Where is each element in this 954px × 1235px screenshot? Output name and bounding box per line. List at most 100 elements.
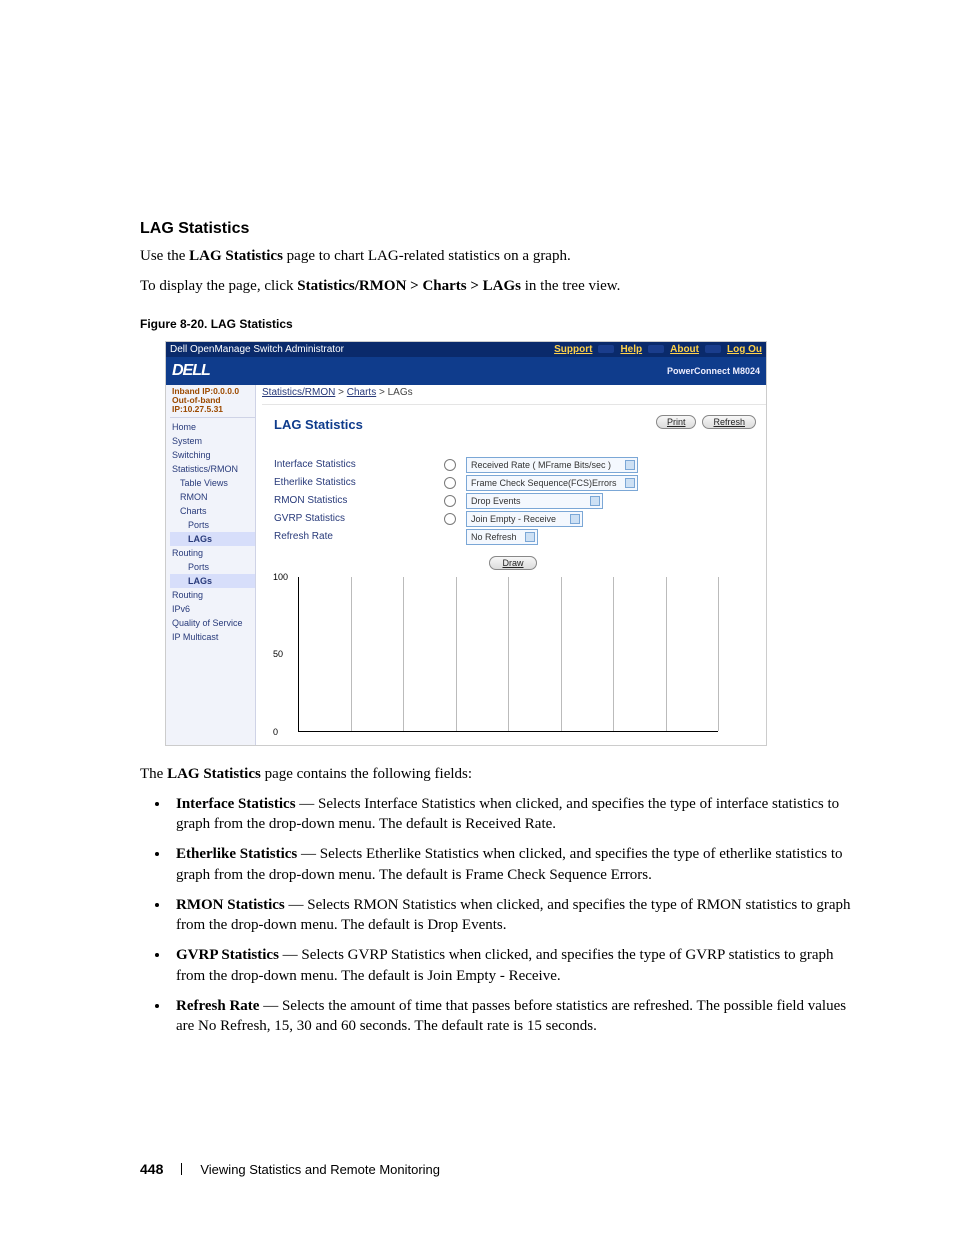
row-label: Interface Statistics <box>274 459 444 470</box>
text-bold: LAG Statistics <box>167 766 261 782</box>
bullet-item: GVRP Statistics — Selects GVRP Statistic… <box>170 945 854 986</box>
tree-item[interactable]: Routing <box>170 546 255 560</box>
chart-ytick: 0 <box>273 727 278 737</box>
dropdown[interactable]: Received Rate ( MFrame Bits/sec ) <box>466 457 638 473</box>
stat-row: Interface Statistics Received Rate ( MFra… <box>274 456 760 474</box>
dropdown[interactable]: Drop Events <box>466 493 603 509</box>
radio-button[interactable] <box>444 495 456 507</box>
screenshot: Dell OpenManage Switch Administrator Sup… <box>165 341 767 746</box>
row-label: GVRP Statistics <box>274 513 444 524</box>
print-button[interactable]: Print <box>656 415 697 429</box>
breadcrumb: Statistics/RMON > Charts > LAGs <box>262 385 766 404</box>
bullet-term: Interface Statistics <box>176 796 296 812</box>
text: page contains the following fields: <box>261 766 472 782</box>
chart-gridline <box>403 577 404 731</box>
tree-item[interactable]: Switching <box>170 448 255 462</box>
tree-item[interactable]: Routing <box>170 588 255 602</box>
row-label: Etherlike Statistics <box>274 477 444 488</box>
stat-row: GVRP Statistics Join Empty - Receive <box>274 510 760 528</box>
footer-chapter-title: Viewing Statistics and Remote Monitoring <box>200 1162 440 1177</box>
text: page to chart LAG-related statistics on … <box>283 248 571 264</box>
chart-gridline <box>718 577 719 731</box>
window-title: Dell OpenManage Switch Administrator <box>170 344 344 355</box>
nav-tree: Inband IP:0.0.0.0 Out-of-band IP:10.27.5… <box>166 385 256 745</box>
app-body: Inband IP:0.0.0.0 Out-of-band IP:10.27.5… <box>166 385 766 745</box>
bullet-item: Interface Statistics — Selects Interface… <box>170 794 854 835</box>
tree-item[interactable]: System <box>170 434 255 448</box>
refresh-button[interactable]: Refresh <box>702 415 756 429</box>
tree-item[interactable]: Ports <box>170 560 255 574</box>
tree-item[interactable]: Statistics/RMON <box>170 462 255 476</box>
row-label: Refresh Rate <box>274 531 444 542</box>
tree-item[interactable]: Home <box>170 420 255 434</box>
separator-icon <box>598 345 614 353</box>
bullet-item: Etherlike Statistics — Selects Etherlike… <box>170 844 854 885</box>
stat-row: Refresh Rate No Refresh <box>274 528 760 546</box>
content-panel: LAG Statistics Print Refresh Interface S… <box>262 404 766 732</box>
dropdown[interactable]: Frame Check Sequence(FCS)Errors <box>466 475 638 491</box>
text: The <box>140 766 167 782</box>
link-about[interactable]: About <box>666 344 703 355</box>
product-name: PowerConnect M8024 <box>667 366 760 376</box>
chart-ytick: 50 <box>273 649 283 659</box>
main-panel: Statistics/RMON > Charts > LAGs LAG Stat… <box>256 385 766 745</box>
text: To display the page, click <box>140 278 297 294</box>
panel-header: LAG Statistics Print Refresh <box>266 409 760 436</box>
tree-item[interactable]: LAGs <box>170 574 255 588</box>
tree-item[interactable]: Table Views <box>170 476 255 490</box>
dell-logo: DELL <box>172 362 210 380</box>
stat-rows: Interface Statistics Received Rate ( MFra… <box>266 446 760 552</box>
bullet-item: Refresh Rate — Selects the amount of tim… <box>170 996 854 1037</box>
link-logout[interactable]: Log Ou <box>723 344 766 355</box>
separator-icon <box>648 345 664 353</box>
radio-button[interactable] <box>444 513 456 525</box>
tree-item[interactable]: Quality of Service <box>170 616 255 630</box>
separator-icon <box>705 345 721 353</box>
chart-gridline <box>456 577 457 731</box>
footer-separator <box>181 1163 182 1175</box>
draw-button[interactable]: Draw <box>489 556 536 570</box>
bullet-item: RMON Statistics — Selects RMON Statistic… <box>170 895 854 936</box>
draw-wrap: Draw <box>266 552 760 577</box>
bullet-text: — Selects the amount of time that passes… <box>176 998 846 1034</box>
panel-buttons: Print Refresh <box>656 415 760 429</box>
page-footer: 448 Viewing Statistics and Remote Monito… <box>140 1161 440 1177</box>
stat-row: Etherlike Statistics Frame Check Sequence… <box>274 474 760 492</box>
dropdown[interactable]: No Refresh <box>466 529 538 545</box>
text-bold: Statistics/RMON > Charts > LAGs <box>297 278 521 294</box>
titlebar-links: Support Help About Log Ou <box>550 344 766 355</box>
field-bullets: Interface Statistics — Selects Interface… <box>170 794 854 1037</box>
breadcrumb-link[interactable]: Charts <box>347 387 376 398</box>
dropdown[interactable]: Join Empty - Receive <box>466 511 583 527</box>
section-heading: LAG Statistics <box>140 220 854 238</box>
tree-item[interactable]: IPv6 <box>170 602 255 616</box>
chart-gridline <box>613 577 614 731</box>
bullet-term: Etherlike Statistics <box>176 846 297 862</box>
intro-paragraph-1: Use the LAG Statistics page to chart LAG… <box>140 246 854 266</box>
row-label: RMON Statistics <box>274 495 444 506</box>
figure-caption: Figure 8-20. LAG Statistics <box>140 317 854 331</box>
radio-button[interactable] <box>444 459 456 471</box>
link-help[interactable]: Help <box>616 344 646 355</box>
breadcrumb-link[interactable]: Statistics/RMON <box>262 387 335 398</box>
brand-bar: DELL PowerConnect M8024 <box>166 357 766 385</box>
chart-gridline <box>508 577 509 731</box>
tree-item[interactable]: LAGs <box>170 532 255 546</box>
text: in the tree view. <box>521 278 620 294</box>
window-titlebar: Dell OpenManage Switch Administrator Sup… <box>166 342 766 357</box>
bullet-term: Refresh Rate <box>176 998 259 1014</box>
stat-row: RMON Statistics Drop Events <box>274 492 760 510</box>
link-support[interactable]: Support <box>550 344 596 355</box>
chart-gridline <box>666 577 667 731</box>
page-number: 448 <box>140 1161 163 1177</box>
tree-item[interactable]: Ports <box>170 518 255 532</box>
tree-item[interactable]: Charts <box>170 504 255 518</box>
ip-info: Inband IP:0.0.0.0 Out-of-band IP:10.27.5… <box>170 387 255 418</box>
bullet-term: RMON Statistics <box>176 897 285 913</box>
chart-ytick: 100 <box>273 572 288 582</box>
fields-intro: The LAG Statistics page contains the fol… <box>140 764 854 784</box>
radio-button[interactable] <box>444 477 456 489</box>
chart-gridline <box>351 577 352 731</box>
tree-item[interactable]: IP Multicast <box>170 630 255 644</box>
tree-item[interactable]: RMON <box>170 490 255 504</box>
